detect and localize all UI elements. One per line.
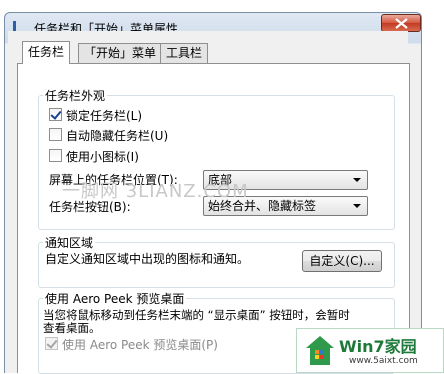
logo-url: www.5aixt.com [349, 356, 418, 366]
small-icons-checkbox[interactable] [49, 149, 62, 162]
aero-peek-checkbox[interactable] [45, 337, 58, 350]
close-button[interactable] [381, 14, 421, 32]
aero-peek-description-line2: 查看桌面。 [43, 321, 101, 335]
logo-text: Win7家园 [339, 337, 417, 356]
customize-button[interactable]: 自定义(C)... [302, 250, 382, 272]
aero-peek-title: 使用 Aero Peek 预览桌面 [43, 290, 187, 307]
small-icons-label: 使用小图标(I) [66, 150, 139, 164]
lock-taskbar-label: 锁定任务栏(L) [66, 109, 143, 123]
auto-hide-label: 自动隐藏任务栏(U) [66, 129, 169, 143]
tab-start-menu[interactable]: 「开始」菜单 [78, 43, 163, 63]
win7-logo: Win7家园 www.5aixt.com [296, 328, 444, 373]
tab-page-taskbar: 任务栏外观 锁定任务栏(L) 自动隐藏任务栏(U) 使用小图标(I) 屏幕上的任… [17, 63, 410, 374]
tab-taskbar[interactable]: 任务栏 [22, 41, 71, 64]
notification-area-description: 自定义通知区域中出现的图标和通知。 [45, 252, 250, 266]
lock-taskbar-checkbox[interactable] [49, 108, 62, 121]
notification-area-title: 通知区域 [43, 234, 96, 251]
aero-peek-checkbox-label: 使用 Aero Peek 预览桌面(P) [62, 338, 218, 352]
chevron-down-icon [353, 178, 361, 182]
site-watermark: 一脚网 3LIANZ.COM [62, 181, 249, 202]
chevron-down-icon [353, 204, 361, 208]
close-icon [395, 18, 408, 29]
auto-hide-checkbox[interactable] [49, 128, 62, 141]
taskbar-appearance-title: 任务栏外观 [43, 87, 108, 104]
tab-toolbars[interactable]: 工具栏 [160, 43, 209, 63]
house-icon [306, 336, 334, 365]
